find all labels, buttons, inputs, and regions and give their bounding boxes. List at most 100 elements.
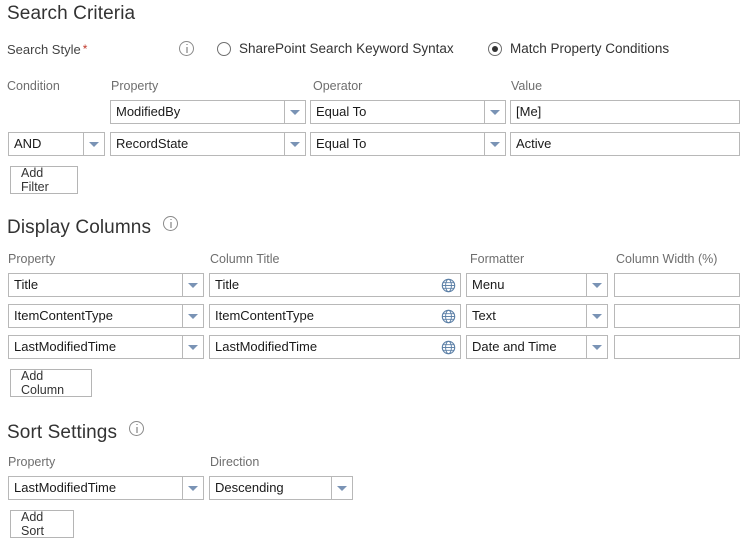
required-asterisk: *	[82, 42, 88, 56]
display-column-formatter-value-row1[interactable]: Menu	[466, 273, 586, 297]
globe-icon[interactable]	[436, 336, 460, 358]
column-header-dc-column-width: Column Width (%)	[616, 252, 718, 266]
display-column-property-dropdown-row2[interactable]: ItemContentType	[8, 304, 204, 328]
display-column-formatter-dropdown-row3[interactable]: Date and Time	[466, 335, 608, 359]
filter-property-dropdown-row1[interactable]: ModifiedBy	[110, 100, 306, 124]
column-header-property: Property	[111, 79, 159, 93]
chevron-down-icon	[188, 485, 198, 491]
display-columns-info-icon-wrap[interactable]	[163, 215, 179, 237]
radio-button-selected-icon[interactable]	[488, 41, 502, 56]
filter-property-dropdown-row2[interactable]: RecordState	[110, 132, 306, 156]
display-column-property-value-row3[interactable]: LastModifiedTime	[8, 335, 182, 359]
search-criteria-heading-text: Search Criteria	[7, 3, 136, 24]
search-style-label: Search Style *	[7, 42, 87, 57]
radio-button-unselected-icon[interactable]	[217, 41, 231, 56]
dropdown-toggle[interactable]	[484, 132, 506, 156]
column-header-operator: Operator	[313, 79, 363, 93]
sort-settings-heading: Sort Settings	[7, 420, 145, 444]
filter-operator-value-row2[interactable]: Equal To	[310, 132, 484, 156]
radio-sharepoint-search-keyword-syntax[interactable]: SharePoint Search Keyword Syntax	[217, 41, 454, 56]
filter-operator-dropdown-row2[interactable]: Equal To	[310, 132, 506, 156]
column-header-dc-column-title: Column Title	[210, 252, 280, 266]
filter-value-text-row2[interactable]: Active	[511, 133, 739, 155]
add-column-button[interactable]: Add Column	[10, 369, 92, 397]
dropdown-toggle[interactable]	[284, 132, 306, 156]
display-column-title-input-row2[interactable]: ItemContentType	[209, 304, 461, 328]
display-column-property-value-row2[interactable]: ItemContentType	[8, 304, 182, 328]
column-header-dc-property: Property	[8, 252, 56, 266]
filter-value-input-row2[interactable]: Active	[510, 132, 740, 156]
radio-label-match-property: Match Property Conditions	[510, 41, 670, 56]
sort-property-dropdown-row1[interactable]: LastModifiedTime	[8, 476, 204, 500]
info-icon[interactable]	[129, 421, 145, 436]
info-icon[interactable]	[163, 216, 179, 231]
filter-condition-dropdown-row2[interactable]: AND	[8, 132, 105, 156]
sort-property-value-row1[interactable]: LastModifiedTime	[8, 476, 182, 500]
column-header-sort-property: Property	[8, 455, 56, 469]
radio-label-sharepoint-syntax: SharePoint Search Keyword Syntax	[239, 41, 454, 56]
sort-direction-value-row1[interactable]: Descending	[209, 476, 331, 500]
search-criteria-heading: Search Criteria	[7, 3, 135, 25]
display-column-formatter-dropdown-row2[interactable]: Text	[466, 304, 608, 328]
add-filter-button[interactable]: Add Filter	[10, 166, 78, 194]
column-header-condition: Condition	[7, 79, 60, 93]
display-column-title-text-row3[interactable]: LastModifiedTime	[210, 336, 436, 358]
filter-operator-dropdown-row1[interactable]: Equal To	[310, 100, 506, 124]
chevron-down-icon	[490, 109, 500, 115]
sort-settings-heading-text: Sort Settings	[7, 422, 118, 443]
filter-property-value-row1[interactable]: ModifiedBy	[110, 100, 284, 124]
add-sort-button[interactable]: Add Sort	[10, 510, 74, 538]
globe-icon[interactable]	[436, 305, 460, 327]
display-column-width-input-row2[interactable]	[614, 304, 740, 328]
chevron-down-icon	[188, 282, 198, 288]
chevron-down-icon	[592, 313, 602, 319]
dropdown-toggle[interactable]	[484, 100, 506, 124]
dropdown-toggle[interactable]	[284, 100, 306, 124]
radio-match-property-conditions[interactable]: Match Property Conditions	[488, 41, 669, 56]
display-column-title-input-row1[interactable]: Title	[209, 273, 461, 297]
filter-value-text-row1[interactable]: [Me]	[511, 101, 739, 123]
display-columns-heading: Display Columns	[7, 215, 179, 239]
globe-icon[interactable]	[436, 274, 460, 296]
chevron-down-icon	[290, 141, 300, 147]
display-column-property-dropdown-row1[interactable]: Title	[8, 273, 204, 297]
dropdown-toggle[interactable]	[331, 476, 353, 500]
dropdown-toggle[interactable]	[182, 304, 204, 328]
search-style-info-icon-wrap[interactable]	[179, 41, 194, 61]
column-header-sort-direction: Direction	[210, 455, 260, 469]
sort-direction-dropdown-row1[interactable]: Descending	[209, 476, 353, 500]
display-column-property-dropdown-row3[interactable]: LastModifiedTime	[8, 335, 204, 359]
display-column-title-input-row3[interactable]: LastModifiedTime	[209, 335, 461, 359]
filter-condition-value-row2[interactable]: AND	[8, 132, 83, 156]
filter-property-value-row2[interactable]: RecordState	[110, 132, 284, 156]
display-column-width-input-row3[interactable]	[614, 335, 740, 359]
dropdown-toggle[interactable]	[586, 304, 608, 328]
display-column-formatter-dropdown-row1[interactable]: Menu	[466, 273, 608, 297]
chevron-down-icon	[592, 344, 602, 350]
info-icon[interactable]	[179, 41, 194, 56]
dropdown-toggle[interactable]	[83, 132, 105, 156]
column-header-value: Value	[511, 79, 543, 93]
display-column-title-text-row2[interactable]: ItemContentType	[210, 305, 436, 327]
dropdown-toggle[interactable]	[586, 273, 608, 297]
display-column-title-text-row1[interactable]: Title	[210, 274, 436, 296]
display-column-property-value-row1[interactable]: Title	[8, 273, 182, 297]
display-column-formatter-value-row2[interactable]: Text	[466, 304, 586, 328]
column-header-dc-formatter: Formatter	[470, 252, 525, 266]
chevron-down-icon	[188, 313, 198, 319]
filter-value-input-row1[interactable]: [Me]	[510, 100, 740, 124]
chevron-down-icon	[188, 344, 198, 350]
dropdown-toggle[interactable]	[182, 273, 204, 297]
chevron-down-icon	[89, 141, 99, 147]
filter-operator-value-row1[interactable]: Equal To	[310, 100, 484, 124]
display-column-formatter-value-row3[interactable]: Date and Time	[466, 335, 586, 359]
display-column-width-input-row1[interactable]	[614, 273, 740, 297]
chevron-down-icon	[290, 109, 300, 115]
sort-settings-info-icon-wrap[interactable]	[129, 420, 145, 442]
chevron-down-icon	[490, 141, 500, 147]
chevron-down-icon	[592, 282, 602, 288]
dropdown-toggle[interactable]	[182, 476, 204, 500]
display-columns-heading-text: Display Columns	[7, 217, 152, 238]
dropdown-toggle[interactable]	[586, 335, 608, 359]
dropdown-toggle[interactable]	[182, 335, 204, 359]
